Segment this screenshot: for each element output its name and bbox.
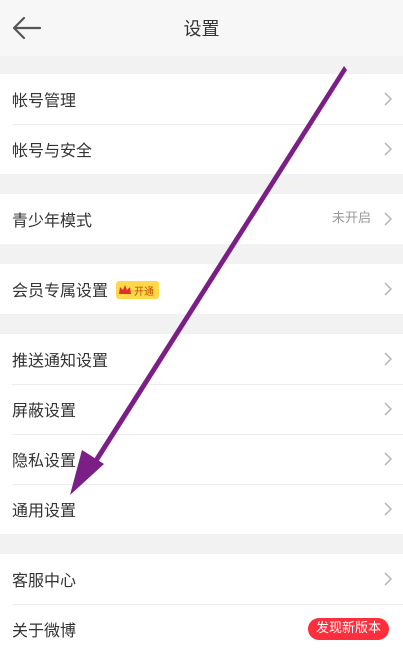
vip-badge-label: 开通 <box>134 286 155 298</box>
item-label: 帐号与安全 <box>12 141 93 160</box>
item-label: 隐私设置 <box>12 451 77 470</box>
chevron-right-icon <box>384 502 393 516</box>
support-group: 客服中心 关于微博 发现新版本 <box>0 554 403 654</box>
privacy-settings-item[interactable]: 隐私设置 <box>0 434 403 484</box>
item-label: 会员专属设置 <box>12 281 109 300</box>
account-management-item[interactable]: 帐号管理 <box>0 74 403 124</box>
crown-icon <box>119 285 132 294</box>
teen-mode-item[interactable]: 青少年模式 未开启 <box>0 194 403 244</box>
vip-settings-item[interactable]: 会员专属设置 开通 <box>0 264 403 314</box>
back-arrow-icon[interactable] <box>10 14 44 42</box>
push-notification-item[interactable]: 推送通知设置 <box>0 334 403 384</box>
block-settings-item[interactable]: 屏蔽设置 <box>0 384 403 434</box>
teen-mode-status: 未开启 <box>331 211 371 226</box>
general-settings-item[interactable]: 通用设置 <box>0 484 403 534</box>
chevron-right-icon <box>384 402 393 416</box>
account-security-item[interactable]: 帐号与安全 <box>0 124 403 174</box>
item-label: 青少年模式 <box>12 211 93 230</box>
account-group: 帐号管理 帐号与安全 <box>0 74 403 174</box>
customer-service-item[interactable]: 客服中心 <box>0 554 403 604</box>
item-label: 帐号管理 <box>12 91 77 110</box>
chevron-right-icon <box>384 92 393 106</box>
top-bar: 设置 <box>0 0 403 56</box>
new-version-badge: 发现新版本 <box>307 618 389 640</box>
item-label: 客服中心 <box>12 571 77 590</box>
vip-group: 会员专属设置 开通 <box>0 264 403 314</box>
teen-mode-group: 青少年模式 未开启 <box>0 194 403 244</box>
chevron-right-icon <box>384 212 393 226</box>
item-label: 关于微博 <box>12 621 77 640</box>
item-label: 推送通知设置 <box>12 351 109 370</box>
about-weibo-item[interactable]: 关于微博 发现新版本 <box>0 604 403 654</box>
chevron-right-icon <box>384 452 393 466</box>
preferences-group: 推送通知设置 屏蔽设置 隐私设置 通用设置 <box>0 334 403 534</box>
page-title: 设置 <box>183 19 220 40</box>
chevron-right-icon <box>384 352 393 366</box>
chevron-right-icon <box>384 142 393 156</box>
chevron-right-icon <box>384 282 393 296</box>
vip-badge: 开通 <box>116 281 160 299</box>
chevron-right-icon <box>384 572 393 586</box>
item-label: 屏蔽设置 <box>12 401 77 420</box>
item-label: 通用设置 <box>12 501 77 520</box>
